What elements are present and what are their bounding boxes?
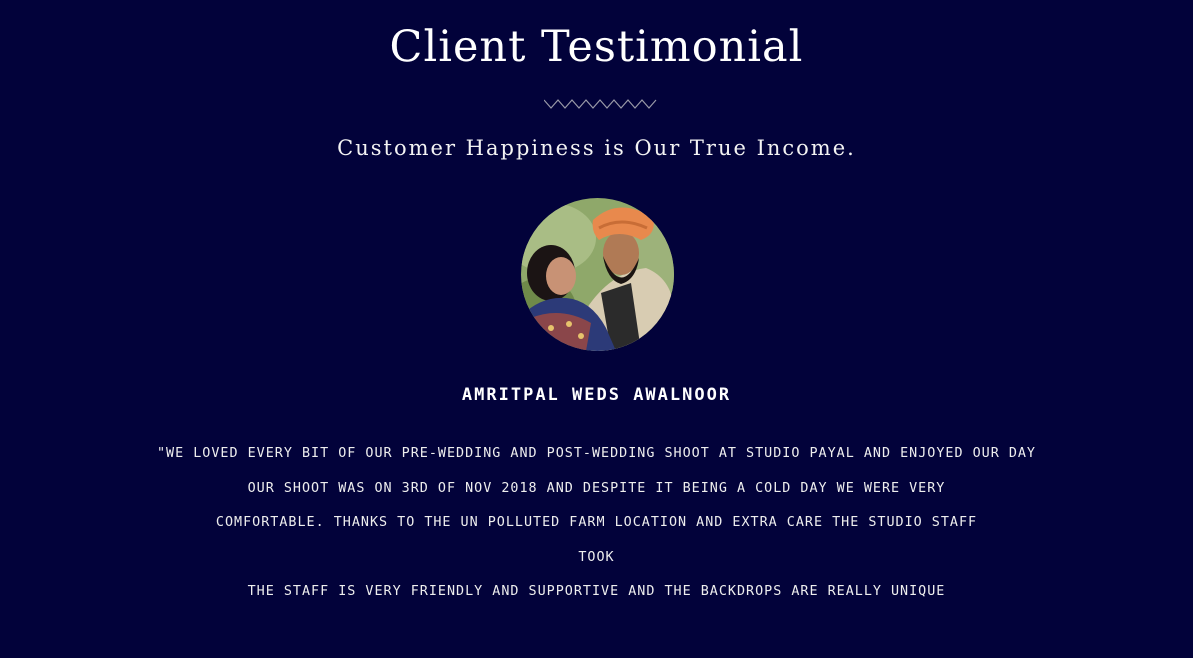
zigzag-divider — [544, 99, 657, 109]
section-subtitle: Customer Happiness is Our True Income. — [337, 136, 856, 160]
quote-line: comfortable. thanks to the un polluted f… — [215, 515, 978, 531]
section-title: Client Testimonial — [389, 22, 804, 72]
quote-line: the staff is very friendly and supportiv… — [247, 584, 946, 600]
testimonial-section: Client Testimonial Customer Happiness is… — [0, 0, 1193, 658]
client-name: Amritpal Weds Awalnoor — [461, 385, 732, 405]
quote-line: our shoot was on 3rd of nov 2018 and des… — [247, 480, 946, 496]
quote-line: "We loved every bit of our pre-wedding a… — [157, 446, 1036, 461]
quote-line: took — [578, 549, 615, 565]
testimonial-quote: "We loved every bit of our pre-wedding a… — [40, 443, 1153, 616]
client-photo — [521, 198, 674, 351]
